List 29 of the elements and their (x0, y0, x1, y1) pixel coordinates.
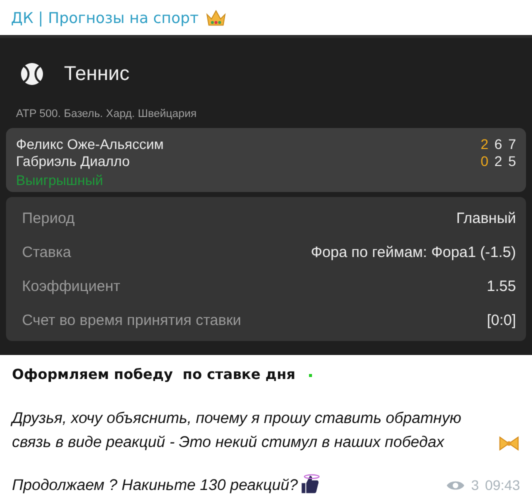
crown-icon (204, 8, 227, 26)
message-text: Друзья, хочу объяснить, почему я прошу ставить обратную связь в виде реакций - Это некий стимул в наших победах (12, 409, 462, 453)
player-name: Феликс Оже-Альяссим (16, 136, 164, 152)
player-name: Габриэль Диалло (16, 152, 130, 168)
detail-label: Период (22, 210, 75, 226)
detail-value: Главный (456, 210, 516, 226)
views-icon (446, 478, 466, 492)
set-score: 2 (494, 152, 502, 168)
message-text: Продолжаем ? Накиньте 130 реакций? (12, 476, 298, 496)
channel-title[interactable]: ДК | Прогнозы на спорт (11, 8, 199, 26)
result-label: Выигрышный (16, 172, 104, 188)
detail-value: Фора по геймам: Фора1 (-1.5) (310, 244, 516, 260)
message-title: Оформляем победу по ставке дня (12, 367, 296, 383)
set-score: 0 (480, 152, 488, 168)
detail-label: Коэффициент (22, 278, 120, 294)
set-score: 6 (494, 136, 502, 152)
detail-label: Счет во время принятия ставки (22, 312, 242, 328)
sport-title: Теннис (64, 62, 130, 86)
set-score: 7 (508, 136, 516, 152)
message-time: 09:43 (484, 476, 520, 495)
tournament-label: ATP 500. Базель. Хард. Швейцария (16, 108, 198, 120)
set-score: 2 (480, 136, 488, 152)
set-score: 5 (508, 152, 516, 168)
view-count: 3 (471, 476, 479, 495)
detail-value: [0:0] (486, 312, 516, 328)
bow-icon (498, 435, 520, 452)
detail-value: 1.55 (486, 278, 516, 294)
tennis-ball-icon (20, 62, 44, 86)
detail-label: Ставка (22, 244, 72, 260)
